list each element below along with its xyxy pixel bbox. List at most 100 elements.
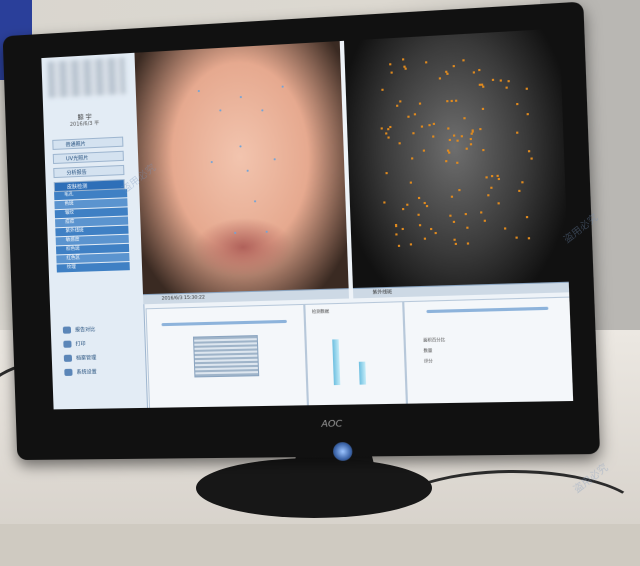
nav-bottom-item[interactable]: 报告对比 xyxy=(63,326,95,334)
landmark-dot xyxy=(261,109,264,112)
face-photo-uv-analysis xyxy=(344,28,569,288)
uv-spot xyxy=(479,128,482,131)
uv-spot xyxy=(417,214,420,217)
uv-spot xyxy=(481,85,485,89)
uv-spot xyxy=(419,224,422,227)
uv-spot xyxy=(446,99,449,103)
nav-bottom-item[interactable]: 档案管理 xyxy=(64,354,96,362)
landmark-dot xyxy=(239,95,242,99)
uv-spot xyxy=(390,71,393,75)
uv-spot xyxy=(448,151,451,154)
uv-spot xyxy=(385,132,388,135)
power-button[interactable] xyxy=(332,442,353,461)
uv-spot xyxy=(402,65,406,68)
nav-button[interactable]: 分析报告 xyxy=(53,164,125,179)
uv-spot xyxy=(452,134,456,137)
monitor-brand: AOC xyxy=(321,419,343,430)
uv-spot xyxy=(465,226,469,229)
uv-spot xyxy=(481,148,485,151)
face-photo-normal xyxy=(134,41,349,295)
uv-spot xyxy=(423,201,426,205)
uv-spot xyxy=(455,161,459,164)
stat-label: 评分 xyxy=(423,358,433,364)
uv-spot xyxy=(455,243,458,246)
uv-spot xyxy=(428,124,432,127)
uv-spot xyxy=(491,175,494,178)
bottom-left-panel xyxy=(145,303,308,410)
uv-spot xyxy=(526,113,529,116)
uv-spot xyxy=(412,131,415,135)
uv-spot xyxy=(504,227,507,230)
uv-spot xyxy=(452,220,455,223)
uv-spot xyxy=(517,189,520,192)
uv-spot xyxy=(380,127,383,130)
chart-bar xyxy=(332,339,341,386)
uv-spot xyxy=(432,135,435,138)
uv-spot xyxy=(473,70,476,74)
landmark-dot xyxy=(210,160,213,164)
uv-spot xyxy=(528,149,531,152)
uv-spot xyxy=(446,72,449,76)
bar-chart xyxy=(321,334,377,386)
bottom-right-panel: 面积百分比 数量 评分 xyxy=(403,296,574,406)
uv-spot xyxy=(456,139,460,142)
uv-spot xyxy=(528,236,531,239)
uv-spot xyxy=(444,70,447,73)
uv-spot xyxy=(425,204,428,207)
stat-label: 面积百分比 xyxy=(423,336,446,343)
uv-spot xyxy=(457,188,461,191)
uv-spot xyxy=(479,211,483,214)
uv-spot xyxy=(385,172,388,175)
uv-spot xyxy=(389,62,392,66)
uv-spot xyxy=(449,214,453,217)
landmark-dot xyxy=(234,231,237,234)
uv-spot xyxy=(433,122,436,125)
landmark-dot xyxy=(281,85,284,88)
zoom-slider[interactable] xyxy=(161,319,287,327)
nav-bottom-item[interactable]: 打印 xyxy=(63,340,85,348)
uv-spot xyxy=(409,181,412,185)
uv-spot xyxy=(425,61,428,64)
uv-spot xyxy=(411,157,414,160)
uv-spot xyxy=(453,238,456,241)
uv-spot xyxy=(467,242,470,245)
landmark-dot xyxy=(219,109,222,112)
nav-bottom-item[interactable]: 系统设置 xyxy=(64,368,96,376)
chart-bar xyxy=(358,361,367,385)
uv-spot xyxy=(450,195,454,198)
uv-spot xyxy=(418,102,422,105)
uv-spot xyxy=(471,129,474,132)
nav-button[interactable]: 普通照片 xyxy=(52,136,124,150)
uv-spot xyxy=(490,186,493,189)
uv-spot xyxy=(387,128,390,131)
nav-button[interactable]: UV光照片 xyxy=(52,150,124,165)
uv-spot xyxy=(417,197,420,200)
landmark-dot xyxy=(253,200,257,203)
uv-spot xyxy=(525,87,528,90)
uv-spot xyxy=(429,228,433,231)
uv-spot xyxy=(409,243,412,246)
uv-spot xyxy=(505,86,509,89)
uv-spot xyxy=(439,76,442,80)
uv-spot xyxy=(401,207,404,210)
uv-spot xyxy=(399,100,402,103)
level-slider[interactable] xyxy=(426,306,549,314)
user-date: 2016/6/3 平 xyxy=(69,120,100,129)
uv-spot xyxy=(434,232,438,235)
uv-spot xyxy=(507,80,510,83)
uv-spot xyxy=(404,67,407,70)
uv-spot xyxy=(397,245,400,248)
monitor: AOC 鲸 宇 2016/6/3 平 普通照片 UV光照片 分析报告 皮肤检测 … xyxy=(2,1,601,461)
uv-spot xyxy=(383,201,386,204)
face-thumbnail[interactable] xyxy=(192,335,260,378)
uv-spot xyxy=(464,212,468,215)
list-item[interactable]: 纹理 xyxy=(56,262,130,273)
uv-spot xyxy=(420,125,423,128)
uv-spot xyxy=(450,100,453,103)
uv-spot xyxy=(487,193,490,197)
landmark-dot xyxy=(273,158,276,161)
uv-spot xyxy=(405,203,408,206)
uv-spot xyxy=(496,175,499,178)
uv-spot xyxy=(424,237,427,240)
stat-label: 数量 xyxy=(423,347,433,354)
